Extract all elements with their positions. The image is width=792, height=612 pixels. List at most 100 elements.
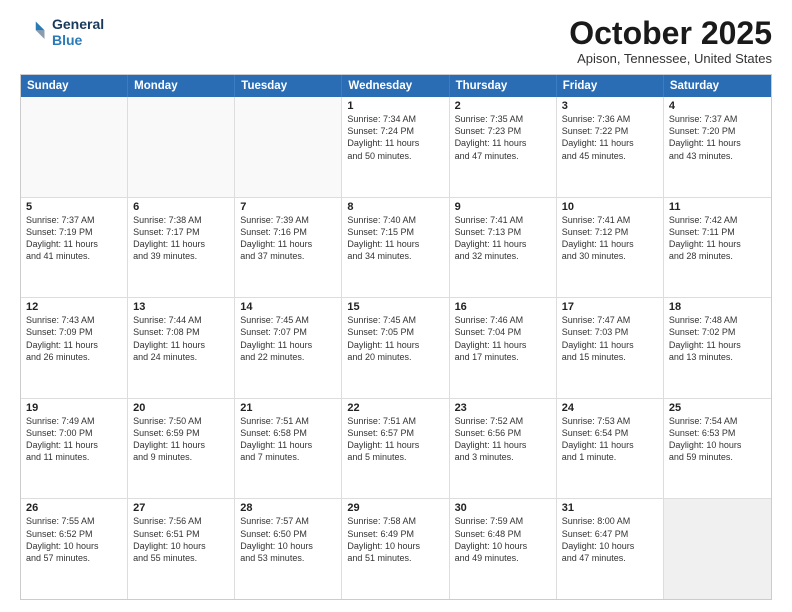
cell-details: Sunrise: 7:45 AM Sunset: 7:05 PM Dayligh… [347,314,443,363]
day-number: 11 [669,201,766,213]
title-block: October 2025 Apison, Tennessee, United S… [569,16,772,66]
cell-details: Sunrise: 7:56 AM Sunset: 6:51 PM Dayligh… [133,515,229,564]
logo-text: General Blue [52,16,104,48]
calendar-cell-18: 18Sunrise: 7:48 AM Sunset: 7:02 PM Dayli… [664,298,771,398]
header-day-tuesday: Tuesday [235,75,342,97]
calendar-row-1: 5Sunrise: 7:37 AM Sunset: 7:19 PM Daylig… [21,198,771,299]
day-number: 9 [455,201,551,213]
cell-details: Sunrise: 7:41 AM Sunset: 7:13 PM Dayligh… [455,214,551,263]
cell-details: Sunrise: 7:46 AM Sunset: 7:04 PM Dayligh… [455,314,551,363]
cell-details: Sunrise: 7:48 AM Sunset: 7:02 PM Dayligh… [669,314,766,363]
cell-details: Sunrise: 7:41 AM Sunset: 7:12 PM Dayligh… [562,214,658,263]
calendar-cell-25: 25Sunrise: 7:54 AM Sunset: 6:53 PM Dayli… [664,399,771,499]
calendar-cell-31: 31Sunrise: 8:00 AM Sunset: 6:47 PM Dayli… [557,499,664,599]
calendar-cell-3: 3Sunrise: 7:36 AM Sunset: 7:22 PM Daylig… [557,97,664,197]
cell-details: Sunrise: 7:52 AM Sunset: 6:56 PM Dayligh… [455,415,551,464]
logo-icon [20,18,48,46]
cell-details: Sunrise: 7:43 AM Sunset: 7:09 PM Dayligh… [26,314,122,363]
day-number: 26 [26,502,122,514]
calendar-cell-17: 17Sunrise: 7:47 AM Sunset: 7:03 PM Dayli… [557,298,664,398]
calendar-cell-1: 1Sunrise: 7:34 AM Sunset: 7:24 PM Daylig… [342,97,449,197]
calendar-row-0: 1Sunrise: 7:34 AM Sunset: 7:24 PM Daylig… [21,97,771,198]
day-number: 21 [240,402,336,414]
day-number: 12 [26,301,122,313]
calendar-cell-20: 20Sunrise: 7:50 AM Sunset: 6:59 PM Dayli… [128,399,235,499]
day-number: 15 [347,301,443,313]
day-number: 25 [669,402,766,414]
cell-details: Sunrise: 7:38 AM Sunset: 7:17 PM Dayligh… [133,214,229,263]
calendar-cell-5: 5Sunrise: 7:37 AM Sunset: 7:19 PM Daylig… [21,198,128,298]
calendar-cell-27: 27Sunrise: 7:56 AM Sunset: 6:51 PM Dayli… [128,499,235,599]
cell-details: Sunrise: 7:54 AM Sunset: 6:53 PM Dayligh… [669,415,766,464]
calendar-row-4: 26Sunrise: 7:55 AM Sunset: 6:52 PM Dayli… [21,499,771,599]
month-title: October 2025 [569,16,772,51]
day-number: 19 [26,402,122,414]
day-number: 29 [347,502,443,514]
calendar-cell-2: 2Sunrise: 7:35 AM Sunset: 7:23 PM Daylig… [450,97,557,197]
calendar-cell-4: 4Sunrise: 7:37 AM Sunset: 7:20 PM Daylig… [664,97,771,197]
cell-details: Sunrise: 7:45 AM Sunset: 7:07 PM Dayligh… [240,314,336,363]
cell-details: Sunrise: 7:37 AM Sunset: 7:19 PM Dayligh… [26,214,122,263]
cell-details: Sunrise: 7:51 AM Sunset: 6:58 PM Dayligh… [240,415,336,464]
calendar-cell-26: 26Sunrise: 7:55 AM Sunset: 6:52 PM Dayli… [21,499,128,599]
day-number: 18 [669,301,766,313]
calendar-cell-29: 29Sunrise: 7:58 AM Sunset: 6:49 PM Dayli… [342,499,449,599]
day-number: 1 [347,100,443,112]
calendar-cell-30: 30Sunrise: 7:59 AM Sunset: 6:48 PM Dayli… [450,499,557,599]
calendar-row-3: 19Sunrise: 7:49 AM Sunset: 7:00 PM Dayli… [21,399,771,500]
calendar-cell-22: 22Sunrise: 7:51 AM Sunset: 6:57 PM Dayli… [342,399,449,499]
day-number: 23 [455,402,551,414]
cell-details: Sunrise: 7:53 AM Sunset: 6:54 PM Dayligh… [562,415,658,464]
calendar-cell-14: 14Sunrise: 7:45 AM Sunset: 7:07 PM Dayli… [235,298,342,398]
header-day-monday: Monday [128,75,235,97]
calendar-cell-6: 6Sunrise: 7:38 AM Sunset: 7:17 PM Daylig… [128,198,235,298]
calendar-cell-23: 23Sunrise: 7:52 AM Sunset: 6:56 PM Dayli… [450,399,557,499]
calendar: SundayMondayTuesdayWednesdayThursdayFrid… [20,74,772,600]
cell-details: Sunrise: 7:50 AM Sunset: 6:59 PM Dayligh… [133,415,229,464]
cell-details: Sunrise: 7:34 AM Sunset: 7:24 PM Dayligh… [347,113,443,162]
day-number: 24 [562,402,658,414]
cell-details: Sunrise: 7:40 AM Sunset: 7:15 PM Dayligh… [347,214,443,263]
calendar-row-2: 12Sunrise: 7:43 AM Sunset: 7:09 PM Dayli… [21,298,771,399]
calendar-cell-empty [664,499,771,599]
calendar-cell-24: 24Sunrise: 7:53 AM Sunset: 6:54 PM Dayli… [557,399,664,499]
header-day-sunday: Sunday [21,75,128,97]
day-number: 16 [455,301,551,313]
calendar-body: 1Sunrise: 7:34 AM Sunset: 7:24 PM Daylig… [21,97,771,599]
calendar-cell-11: 11Sunrise: 7:42 AM Sunset: 7:11 PM Dayli… [664,198,771,298]
cell-details: Sunrise: 7:47 AM Sunset: 7:03 PM Dayligh… [562,314,658,363]
cell-details: Sunrise: 7:59 AM Sunset: 6:48 PM Dayligh… [455,515,551,564]
header-day-wednesday: Wednesday [342,75,449,97]
day-number: 13 [133,301,229,313]
day-number: 22 [347,402,443,414]
calendar-cell-15: 15Sunrise: 7:45 AM Sunset: 7:05 PM Dayli… [342,298,449,398]
calendar-cell-empty [128,97,235,197]
day-number: 4 [669,100,766,112]
calendar-cell-10: 10Sunrise: 7:41 AM Sunset: 7:12 PM Dayli… [557,198,664,298]
day-number: 31 [562,502,658,514]
cell-details: Sunrise: 7:36 AM Sunset: 7:22 PM Dayligh… [562,113,658,162]
cell-details: Sunrise: 7:49 AM Sunset: 7:00 PM Dayligh… [26,415,122,464]
header-day-friday: Friday [557,75,664,97]
day-number: 8 [347,201,443,213]
calendar-cell-8: 8Sunrise: 7:40 AM Sunset: 7:15 PM Daylig… [342,198,449,298]
calendar-cell-empty [235,97,342,197]
header-day-saturday: Saturday [664,75,771,97]
cell-details: Sunrise: 8:00 AM Sunset: 6:47 PM Dayligh… [562,515,658,564]
calendar-cell-19: 19Sunrise: 7:49 AM Sunset: 7:00 PM Dayli… [21,399,128,499]
day-number: 30 [455,502,551,514]
day-number: 14 [240,301,336,313]
day-number: 27 [133,502,229,514]
cell-details: Sunrise: 7:35 AM Sunset: 7:23 PM Dayligh… [455,113,551,162]
page: General Blue October 2025 Apison, Tennes… [0,0,792,612]
calendar-cell-9: 9Sunrise: 7:41 AM Sunset: 7:13 PM Daylig… [450,198,557,298]
day-number: 17 [562,301,658,313]
cell-details: Sunrise: 7:37 AM Sunset: 7:20 PM Dayligh… [669,113,766,162]
day-number: 28 [240,502,336,514]
calendar-cell-13: 13Sunrise: 7:44 AM Sunset: 7:08 PM Dayli… [128,298,235,398]
calendar-cell-28: 28Sunrise: 7:57 AM Sunset: 6:50 PM Dayli… [235,499,342,599]
day-number: 5 [26,201,122,213]
day-number: 3 [562,100,658,112]
cell-details: Sunrise: 7:57 AM Sunset: 6:50 PM Dayligh… [240,515,336,564]
location: Apison, Tennessee, United States [569,51,772,66]
